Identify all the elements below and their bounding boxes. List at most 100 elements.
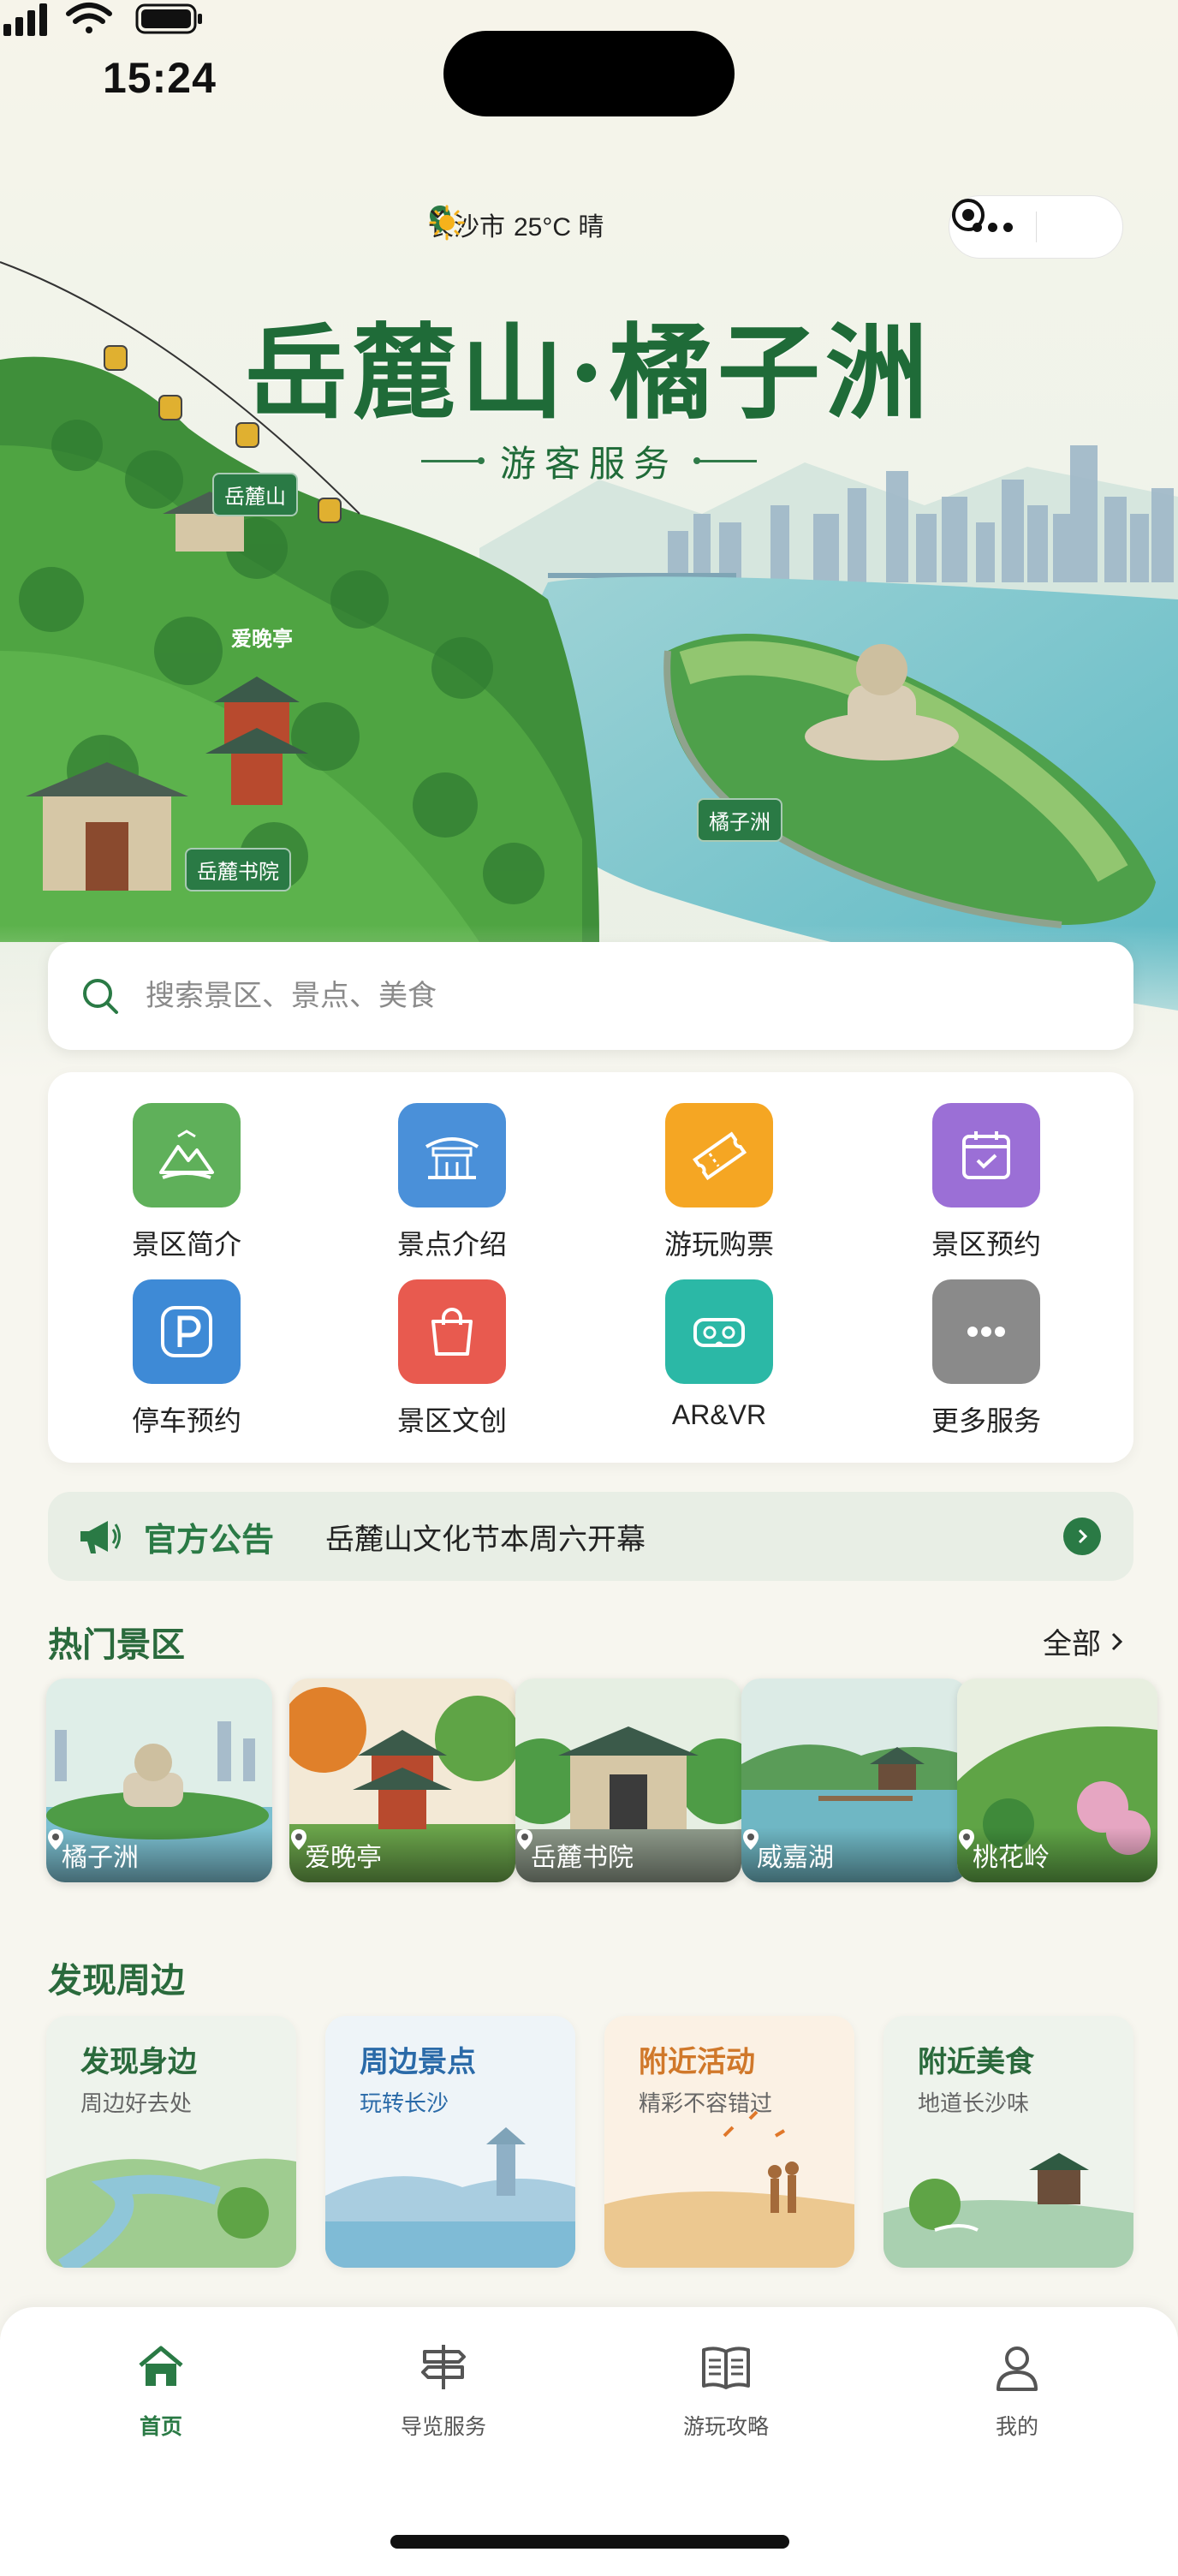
- vr-headset-icon: [665, 1279, 773, 1384]
- service-ar-vr[interactable]: AR&VR: [616, 1279, 822, 1431]
- spot-card-academy[interactable]: 岳麓书院: [515, 1679, 741, 1882]
- service-more[interactable]: 更多服务: [884, 1279, 1089, 1439]
- announcement-arrow-button[interactable]: [1063, 1518, 1101, 1555]
- battery-icon: [135, 3, 202, 34]
- target-icon: [952, 199, 985, 231]
- service-label: 景点介绍: [396, 1229, 507, 1260]
- user-icon: [997, 2346, 1038, 2391]
- wifi-icon: [66, 3, 112, 33]
- spot-name: 爱晚亭: [305, 1844, 382, 1872]
- tab-profile[interactable]: 我的: [931, 2340, 1103, 2441]
- chevron-right-icon: [1111, 1632, 1123, 1650]
- service-reservation[interactable]: 景区预约: [884, 1103, 1089, 1262]
- nearby-card-title: 发现身边: [80, 2046, 197, 2078]
- nearby-card-subtitle: 精彩不容错过: [639, 2090, 773, 2116]
- service-spot-intro[interactable]: 景点介绍: [349, 1103, 555, 1262]
- nearby-card-food[interactable]: 附近美食 地道长沙味: [884, 2016, 1133, 2268]
- tab-strategy[interactable]: 游玩攻略: [640, 2340, 812, 2441]
- tab-label: 我的: [995, 2415, 1038, 2439]
- tab-label: 首页: [139, 2415, 182, 2439]
- announcement-text[interactable]: 岳麓山文化节本周六开幕: [325, 1516, 1063, 1558]
- nearby-card-subtitle: 周边好去处: [80, 2090, 193, 2116]
- status-icons: [3, 3, 202, 36]
- spot-name: 威嘉湖: [757, 1844, 834, 1872]
- parking-icon: [133, 1279, 241, 1384]
- search-bar[interactable]: [48, 942, 1133, 1050]
- tab-label: 游玩攻略: [682, 2415, 769, 2439]
- location-pin-icon: [517, 1829, 532, 1850]
- dynamic-island: [443, 31, 735, 116]
- service-label: 景区文创: [396, 1405, 507, 1436]
- service-label: AR&VR: [671, 1399, 767, 1430]
- spot-name: 桃花岭: [973, 1844, 1050, 1872]
- hero-landscape-illustration: [0, 0, 1178, 1079]
- home-icon: [139, 2346, 183, 2386]
- service-label: 景区简介: [131, 1229, 241, 1260]
- service-label: 更多服务: [931, 1405, 1041, 1436]
- subtitle-text: 游客服务: [499, 443, 678, 485]
- spot-name: 岳麓书院: [531, 1844, 634, 1872]
- tab-home[interactable]: 首页: [75, 2340, 247, 2441]
- chevron-right-icon: [1078, 1529, 1088, 1544]
- service-buy-ticket[interactable]: 游玩购票: [616, 1103, 822, 1262]
- announcement-bar[interactable]: 官方公告 岳麓山文化节本周六开幕: [48, 1492, 1133, 1581]
- nearby-card-title: 附近美食: [918, 2046, 1034, 2078]
- cellular-signal-icon: [3, 3, 47, 36]
- service-parking[interactable]: 停车预约: [84, 1279, 289, 1439]
- service-creative-shop[interactable]: 景区文创: [349, 1279, 555, 1439]
- search-icon: [83, 979, 118, 1014]
- nearby-card-discover[interactable]: 发现身边 周边好去处: [46, 2016, 296, 2268]
- mountain-icon: [133, 1103, 241, 1208]
- megaphone-icon: [80, 1521, 121, 1553]
- view-all-label[interactable]: 全部: [1043, 1620, 1101, 1662]
- calendar-icon: [932, 1103, 1040, 1208]
- service-grid: 景区简介 景点介绍 游玩购票 景区预约 停车预约 景区文创 AR&VR 更多服务: [48, 1072, 1133, 1463]
- mini-program-capsule: [949, 195, 1123, 259]
- nearby-card-title: 周边景点: [360, 2046, 476, 2078]
- tab-guide[interactable]: 导览服务: [358, 2340, 529, 2441]
- page-subtitle: 游客服务: [0, 435, 1178, 487]
- pavilion-icon: [398, 1103, 506, 1208]
- hot-spots-title: 热门景区: [48, 1626, 185, 1664]
- spot-card-aiwan-pavilion[interactable]: 爱晚亭: [289, 1679, 515, 1882]
- view-all-link[interactable]: 全部: [1043, 1620, 1127, 1662]
- map-label-aiwan-pavilion[interactable]: 爱晚亭: [221, 617, 303, 657]
- search-input[interactable]: [146, 979, 1133, 1013]
- map-label-orange-isle[interactable]: 橘子洲: [697, 798, 782, 842]
- home-indicator[interactable]: [390, 2535, 789, 2549]
- ticket-icon: [665, 1103, 773, 1208]
- announcement-tag: 官方公告: [144, 1522, 275, 1559]
- spot-card-peach-ridge[interactable]: 桃花岭: [957, 1679, 1157, 1882]
- nearby-card-subtitle: 玩转长沙: [360, 2090, 449, 2116]
- signpost-icon: [421, 2345, 466, 2389]
- shopping-bag-icon: [398, 1279, 506, 1384]
- hero-banner: 15:24 长沙市 25°C 晴 岳麓山·橘子洲 游客服务 岳麓山 爱晚亭 岳麓…: [0, 0, 1178, 1079]
- service-label: 景区预约: [931, 1229, 1041, 1260]
- nearby-title: 发现周边: [48, 1962, 185, 2000]
- nearby-card-activities[interactable]: 附近活动 精彩不容错过: [604, 2016, 854, 2268]
- service-label: 停车预约: [131, 1405, 241, 1436]
- location-pin-icon: [48, 1829, 63, 1850]
- nearby-card-subtitle: 地道长沙味: [918, 2090, 1030, 2116]
- status-time: 15:24: [103, 54, 217, 102]
- sun-icon: [429, 205, 465, 241]
- map-label-academy[interactable]: 岳麓书院: [185, 848, 291, 891]
- location-weather-row[interactable]: 长沙市 25°C 晴: [428, 204, 604, 245]
- page-title: 岳麓山·橘子洲: [245, 313, 933, 433]
- tab-label: 导览服务: [400, 2415, 486, 2439]
- service-scenic-intro[interactable]: 景区简介: [84, 1103, 289, 1262]
- service-label: 游玩购票: [663, 1229, 774, 1260]
- more-icon: [932, 1279, 1040, 1384]
- spot-card-lake[interactable]: 威嘉湖: [741, 1679, 967, 1882]
- map-label-yuelu-mountain[interactable]: 岳麓山: [212, 473, 298, 516]
- spot-name: 橘子洲: [62, 1844, 139, 1872]
- book-icon: [702, 2346, 750, 2389]
- location-pin-icon: [959, 1829, 974, 1850]
- location-pin-icon: [743, 1829, 759, 1850]
- spot-card-orange-isle[interactable]: 橘子洲: [46, 1679, 272, 1882]
- nearby-card-title: 附近活动: [639, 2046, 755, 2078]
- location-pin-icon: [291, 1829, 306, 1850]
- nearby-card-spots[interactable]: 周边景点 玩转长沙: [325, 2016, 575, 2268]
- weather-label: 25°C 晴: [514, 213, 604, 242]
- close-mini-program-button[interactable]: [952, 195, 1122, 259]
